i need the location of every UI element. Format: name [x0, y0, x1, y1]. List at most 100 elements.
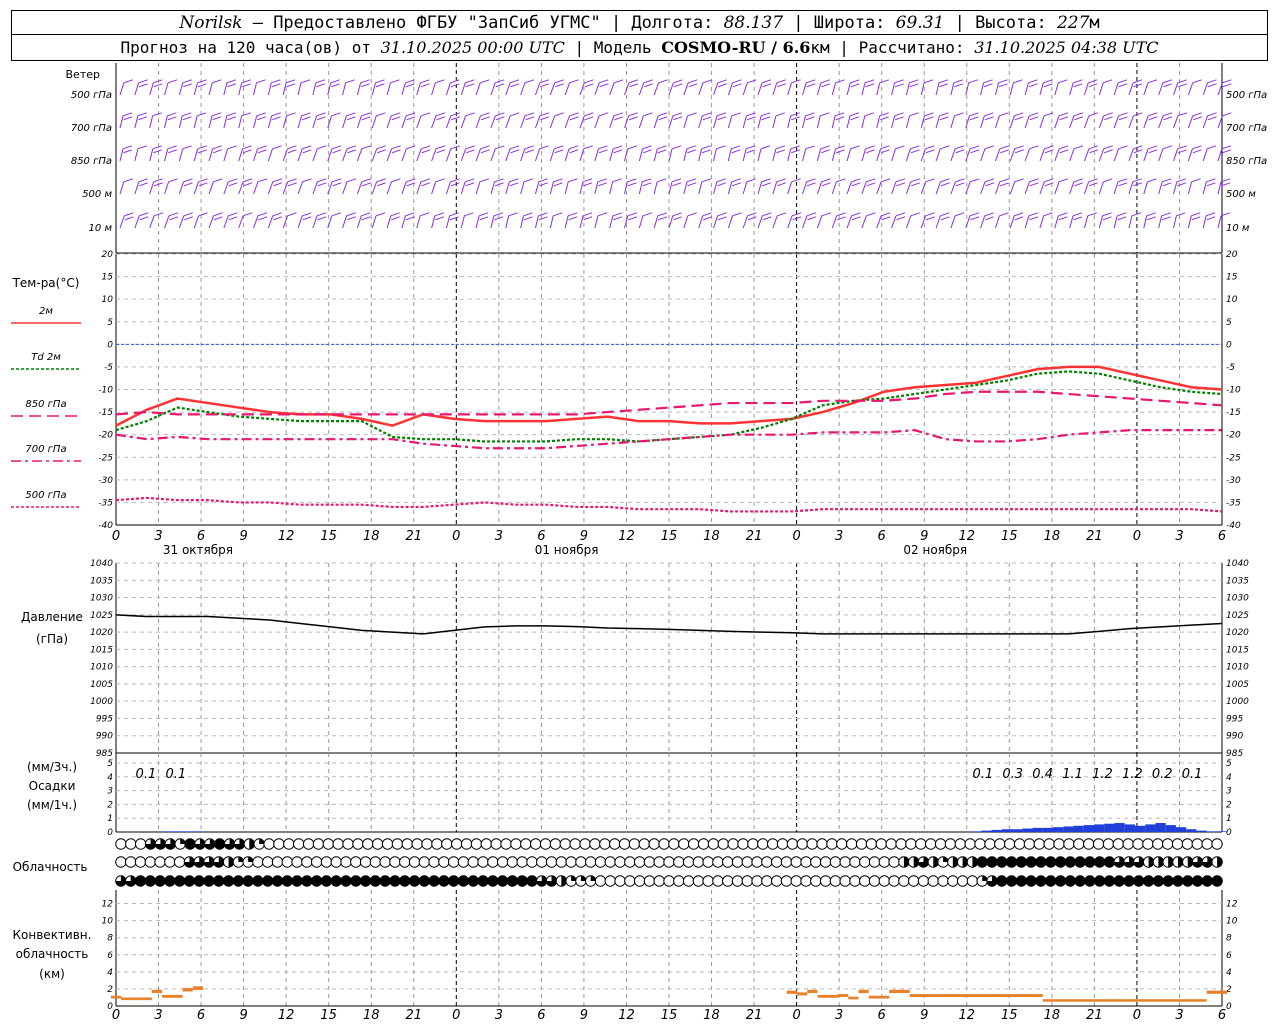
wind-barb-flag — [954, 83, 963, 88]
cloud-circle — [520, 838, 532, 850]
cloud-symbol — [154, 838, 167, 850]
wind-barb — [342, 112, 356, 129]
cloud-symbol — [741, 856, 754, 868]
wind-barb-flag — [495, 145, 505, 150]
wind-barb-flag — [361, 116, 371, 121]
cloud-circle — [697, 838, 710, 850]
wind-barb-flag — [582, 212, 593, 217]
cloud-symbol — [203, 856, 215, 868]
wind-barb-flag — [420, 212, 430, 217]
wind-barb-flag — [1029, 145, 1039, 150]
cloud-fill — [1172, 875, 1184, 887]
cloud-symbol — [291, 856, 303, 868]
wind-barb-shaft — [1143, 215, 1148, 229]
wind-barb-flag — [836, 212, 846, 217]
wind-barb-flag — [716, 178, 726, 183]
wind-barb-shaft — [178, 115, 183, 129]
wind-barb-flag — [747, 79, 757, 84]
wind-barb-shaft — [905, 215, 912, 229]
wind-barb — [460, 145, 475, 162]
wind-barb-shaft — [475, 148, 481, 162]
wind-barb-shaft — [905, 181, 912, 195]
cloud-circle — [819, 856, 832, 868]
cloud-circle — [115, 838, 127, 850]
wind-barb — [579, 79, 594, 96]
wind-barb-flag — [820, 79, 831, 84]
wind-barb-flag — [406, 145, 416, 150]
wind-barb-shaft — [1128, 148, 1134, 162]
pres-ytick-right: 990 — [1226, 732, 1243, 742]
wind-barb — [134, 212, 149, 229]
cloud-fill — [1035, 856, 1047, 868]
temp-ytick-left: 5 — [107, 318, 113, 328]
wind-barb — [757, 178, 771, 195]
wind-barb — [208, 112, 222, 129]
wind-barb-flag — [925, 145, 935, 150]
cloud-circle — [391, 838, 404, 850]
temp-xtick: 9 — [920, 529, 928, 544]
cloud-symbol — [496, 875, 509, 887]
wind-barb-flag — [1088, 182, 1098, 187]
cloud-circle — [589, 838, 601, 850]
temp-xtick: 9 — [580, 529, 588, 544]
cloud-circle — [780, 875, 793, 887]
cloud-circle — [878, 856, 891, 868]
wind-barb — [950, 178, 965, 195]
wind-barb-flag — [866, 212, 876, 217]
cloud-fill — [419, 875, 430, 887]
temp-xtick: 3 — [154, 529, 162, 544]
wind-barb-shaft — [564, 115, 570, 129]
wind-barb-flag — [777, 83, 786, 88]
wind-barb-flag — [509, 182, 519, 187]
wind-barb-shaft — [253, 115, 258, 129]
wind-barb-shaft — [713, 115, 718, 129]
precip-total: 1.2 — [1122, 767, 1143, 782]
wind-barb-flag — [285, 79, 296, 84]
wind-barb-flag — [480, 116, 490, 121]
wind-barb — [594, 178, 607, 195]
conv-xtick: 6 — [878, 1008, 886, 1023]
cloud-circle — [829, 875, 842, 887]
cloud-symbol — [526, 856, 538, 868]
cloud-symbol — [643, 875, 656, 887]
wind-barb — [965, 178, 980, 195]
wind-barb — [950, 112, 964, 129]
cloud-symbol — [500, 838, 512, 850]
wind-barb-flag — [331, 178, 342, 183]
conv-ytick-right: 10 — [1226, 917, 1238, 927]
wind-barb-shaft — [134, 181, 140, 195]
wind-barb-flag — [376, 149, 386, 154]
wind-barb-flag — [584, 79, 594, 84]
wind-barb-flag — [347, 149, 357, 154]
conv-xtick: 15 — [1001, 1008, 1018, 1023]
cloud-symbol — [836, 838, 848, 850]
wind-barb-flag — [1028, 83, 1038, 88]
cloud-symbol — [291, 875, 303, 887]
cloud-symbol — [800, 875, 812, 887]
cloud-symbol — [1133, 875, 1145, 887]
cloud-symbol — [1113, 856, 1125, 868]
wind-barb-flag — [242, 83, 251, 88]
wind-barb-shaft — [653, 148, 658, 162]
precip-bar — [1012, 829, 1023, 832]
wind-barb — [1187, 178, 1201, 195]
precip-bar — [1155, 823, 1166, 832]
cloud-symbol — [643, 856, 656, 868]
cloud-circle — [575, 856, 587, 868]
wind-barb — [787, 112, 800, 129]
cloud-symbol — [966, 856, 979, 868]
wind-barb-shaft — [980, 181, 986, 195]
wind-barb-flag — [984, 116, 994, 121]
wind-barb — [861, 79, 875, 96]
wind-barb-flag — [806, 178, 816, 183]
wind-barb-flag — [1014, 178, 1024, 183]
temp-xtick: 15 — [1001, 529, 1018, 544]
wind-barb-shaft — [356, 82, 362, 96]
cloud-circle — [594, 856, 607, 868]
wind-barb — [876, 178, 891, 195]
temp-xtick: 18 — [363, 529, 380, 544]
wind-barb-flag — [821, 83, 831, 88]
wind-barb-shaft — [312, 215, 318, 229]
wind-barb — [594, 145, 608, 162]
cloud-symbol — [855, 838, 868, 850]
